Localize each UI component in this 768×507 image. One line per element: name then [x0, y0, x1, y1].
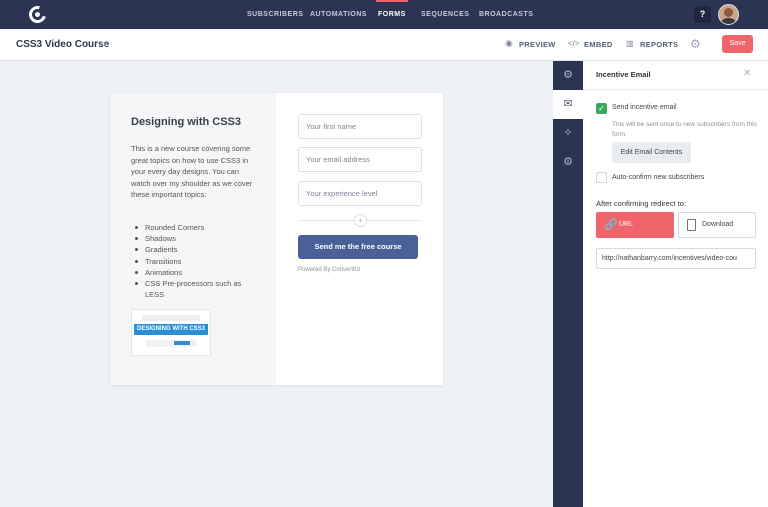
list-item: Animations — [135, 267, 260, 278]
thumbnail-button — [174, 341, 190, 345]
nav-subscribers[interactable]: SUBSCRIBERS — [247, 0, 303, 29]
eye-icon: ◉ — [505, 38, 513, 48]
bar-chart-icon: ▥ — [626, 39, 634, 48]
avatar[interactable] — [718, 4, 739, 25]
form-header: CSS3 Video Course ✎ ◉ PREVIEW </> EMBED … — [0, 29, 768, 61]
nav-automations[interactable]: AUTOMATIONS — [310, 0, 367, 29]
list-item: Shadows — [135, 233, 260, 244]
nav-forms[interactable]: FORMS — [376, 0, 408, 29]
submit-button[interactable]: Send me the free course — [298, 235, 418, 259]
form-heading: Designing with CSS3 — [131, 116, 242, 128]
thumbnail-banner: DESIGNING WITH CSS3 — [134, 324, 208, 335]
form-preview-card: Designing with CSS3 This is a new course… — [110, 93, 443, 385]
auto-confirm-label[interactable]: Auto-confirm new subscribers — [612, 174, 704, 181]
nav-sequences[interactable]: SEQUENCES — [421, 0, 469, 29]
list-item: Gradients — [135, 244, 260, 255]
powered-by-text: Powered By ConvertKit — [298, 267, 361, 273]
topic-list: Rounded Corners Shadows Gradients Transi… — [135, 222, 260, 300]
pencil-icon[interactable]: ✎ — [100, 40, 107, 49]
send-incentive-help: This will be sent once to new subscriber… — [612, 121, 757, 138]
settings-rail: ⚙ ✉ ✧ ⚙ — [553, 61, 583, 507]
gear-icon[interactable]: ⚙ — [690, 38, 701, 50]
experience-level-field[interactable]: Your experience level — [298, 181, 422, 206]
incentive-email-panel: Incentive Email ✕ ✓ Send incentive email… — [583, 61, 768, 507]
form-info-column: Designing with CSS3 This is a new course… — [110, 93, 276, 385]
first-name-field[interactable]: Your first name — [298, 114, 422, 139]
link-icon: 🔗 — [604, 219, 618, 231]
main-nav: SUBSCRIBERS AUTOMATIONS FORMS SEQUENCES … — [0, 0, 768, 29]
preview-button[interactable]: PREVIEW — [519, 40, 556, 49]
embed-button[interactable]: EMBED — [584, 40, 613, 49]
save-button[interactable]: Save — [722, 35, 753, 53]
form-description: This is a new course covering some great… — [131, 144, 253, 199]
settings-gear-icon[interactable]: ⚙ — [553, 61, 583, 90]
envelope-icon[interactable]: ✉ — [553, 90, 583, 119]
magic-wand-icon[interactable]: ✧ — [553, 119, 583, 148]
email-field[interactable]: Your email address — [298, 147, 422, 172]
edit-email-button[interactable]: Edit Email Contents — [612, 142, 691, 163]
course-thumbnail-image: DESIGNING WITH CSS3 — [131, 309, 211, 356]
redirect-url-input[interactable]: http://nathanbarry.com/incentives/video-… — [596, 248, 756, 269]
close-icon[interactable]: ✕ — [743, 68, 751, 79]
redirect-download-option[interactable]: Download — [678, 212, 756, 238]
top-navbar: SUBSCRIBERS AUTOMATIONS FORMS SEQUENCES … — [0, 0, 768, 29]
send-incentive-label[interactable]: Send incentive email — [612, 104, 677, 111]
redirect-url-option[interactable]: 🔗 URL — [596, 212, 674, 238]
list-item: CSS Pre-processors such as LESS — [135, 278, 260, 300]
code-icon: </> — [568, 39, 580, 48]
thumbnail-topbar — [142, 315, 200, 321]
panel-divider — [583, 89, 768, 90]
document-icon — [687, 219, 696, 231]
list-item: Transitions — [135, 256, 260, 267]
send-incentive-checkbox[interactable]: ✓ — [596, 103, 607, 114]
redirect-label: After confirming redirect to: — [596, 199, 687, 208]
auto-confirm-checkbox[interactable] — [596, 172, 607, 183]
list-item: Rounded Corners — [135, 222, 260, 233]
redirect-download-label: Download — [702, 221, 734, 228]
help-button[interactable]: ? — [694, 6, 711, 23]
gears-icon[interactable]: ⚙ — [553, 148, 583, 177]
page-title: CSS3 Video Course — [16, 39, 110, 50]
add-field-icon[interactable]: + — [354, 214, 367, 227]
redirect-url-label: URL — [619, 221, 634, 228]
reports-button[interactable]: REPORTS — [640, 40, 678, 49]
nav-broadcasts[interactable]: BROADCASTS — [479, 0, 533, 29]
panel-title: Incentive Email — [596, 70, 651, 79]
